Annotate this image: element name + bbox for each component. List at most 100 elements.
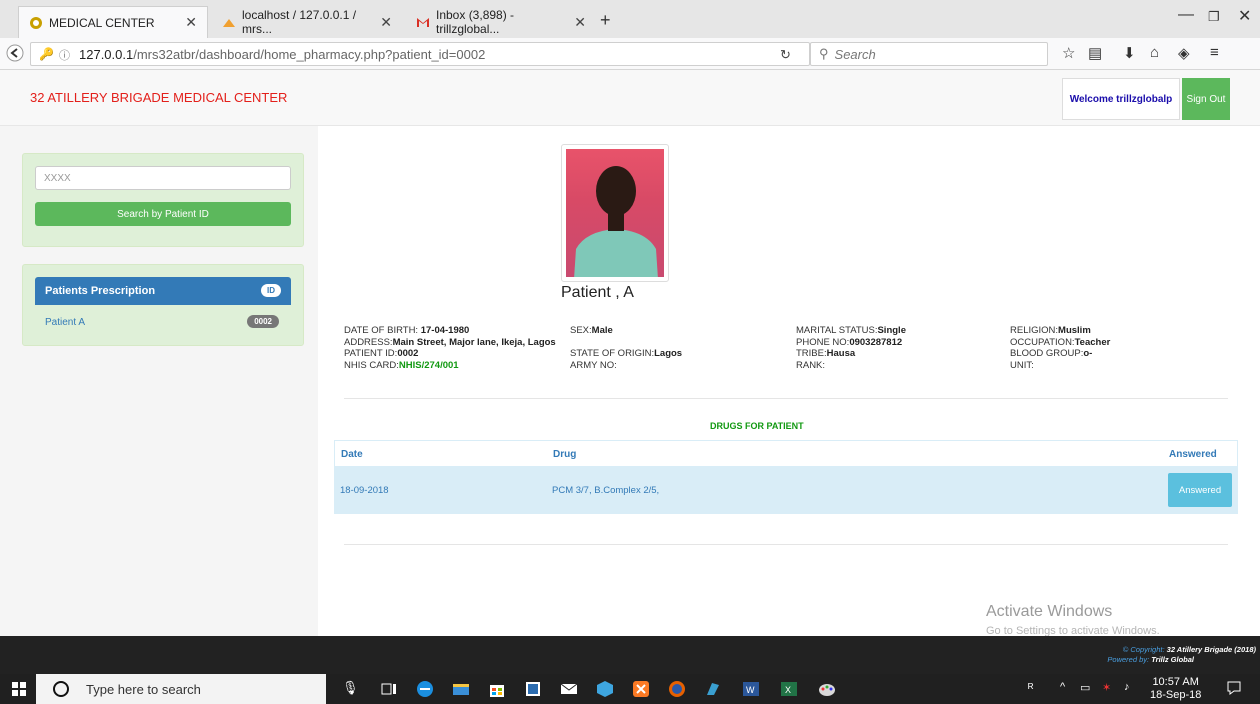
mail-icon[interactable] [560, 680, 578, 698]
search-by-patient-id-button[interactable]: Search by Patient ID [35, 202, 291, 226]
page-footer: © Copyright: 32 Atillery Brigade (2018) … [0, 636, 1260, 674]
tab-phpmyadmin[interactable]: localhost / 127.0.0.1 / mrs... ✕ [212, 6, 402, 38]
firefox-icon[interactable] [668, 680, 686, 698]
url-path: /mrs32atbr/dashboard/home_pharmacy.php?p… [133, 46, 486, 62]
restore-icon[interactable]: ❐ [1208, 9, 1220, 25]
browser-tab-bar: MEDICAL CENTER ✕ localhost / 127.0.0.1 /… [0, 0, 1260, 38]
reload-icon[interactable]: ↻ [780, 47, 791, 63]
url-bar[interactable]: 🔑 ⓘ 127.0.0.1/mrs32atbr/dashboard/home_p… [30, 42, 810, 66]
close-icon[interactable]: ✕ [185, 14, 197, 31]
new-tab-icon[interactable]: + [600, 10, 611, 31]
welcome-user-button[interactable]: Welcome trillzglobalp [1062, 78, 1180, 120]
window-close-icon[interactable]: ✕ [1238, 6, 1251, 26]
reading-list-icon[interactable]: ▤ [1088, 44, 1102, 62]
id-badge: ID [261, 284, 281, 297]
patient-photo [561, 144, 669, 282]
antivirus-icon[interactable]: ✶ [1102, 681, 1111, 694]
xampp-icon[interactable] [632, 680, 650, 698]
browser-nav-bar: 🔑 ⓘ 127.0.0.1/mrs32atbr/dashboard/home_p… [0, 38, 1260, 70]
search-placeholder: Search [834, 46, 876, 62]
task-view-icon[interactable] [380, 680, 398, 698]
edge-icon[interactable] [416, 680, 434, 698]
close-icon[interactable]: ✕ [574, 14, 586, 31]
patient-id-input[interactable]: XXXX [35, 166, 291, 190]
home-icon[interactable]: ⌂ [1150, 44, 1159, 61]
paint-icon[interactable] [818, 680, 836, 698]
info-icon[interactable]: ⓘ [59, 47, 70, 63]
religion-value: Muslim [1058, 325, 1091, 336]
notification-icon[interactable] [1226, 680, 1242, 701]
word-icon[interactable]: W [742, 680, 760, 698]
column-header-answered: Answered [1169, 449, 1217, 460]
marital-value: Single [877, 325, 906, 336]
tab-label: localhost / 127.0.0.1 / mrs... [242, 8, 357, 36]
patient-link[interactable]: Patient A [45, 317, 85, 328]
dob-value: 17-04-1980 [420, 325, 470, 336]
brand-title[interactable]: 32 ATILLERY BRIGADE MEDICAL CENTER [30, 90, 287, 105]
army-no-label: ARMY NO: [570, 359, 617, 371]
pocket-icon[interactable]: ◈ [1178, 44, 1190, 62]
sidebar: XXXX Search by Patient ID Patients Presc… [0, 126, 318, 636]
tab-label: MEDICAL CENTER [49, 15, 155, 30]
phone-value: 0903287812 [849, 336, 903, 348]
browser-search-input[interactable]: ⚲ Search [810, 42, 1048, 66]
powered-by-text: Powered by: Trillz Global [1107, 655, 1194, 664]
unit-label: UNIT: [1010, 359, 1034, 371]
drugs-section-title: DRUGS FOR PATIENT [710, 421, 804, 431]
app-header: 32 ATILLERY BRIGADE MEDICAL CENTER Welco… [0, 70, 1260, 126]
clock-date: 18-Sep-18 [1150, 689, 1202, 701]
info-column-1: DATE OF BIRTH: 17-04-1980 ADDRESS:Main S… [344, 325, 556, 371]
microphone-icon[interactable]: 🎙 [342, 680, 360, 698]
table-row: 18-09-2018 PCM 3/7, B.Complex 2/5, Answe… [334, 467, 1238, 514]
divider [344, 398, 1228, 399]
taskbar-search-placeholder: Type here to search [86, 681, 201, 697]
cortana-icon [52, 680, 70, 701]
network-icon[interactable]: ▭ [1080, 681, 1090, 694]
close-icon[interactable]: ✕ [380, 14, 392, 31]
minimize-icon[interactable]: — [1178, 6, 1194, 24]
app-icon[interactable] [704, 680, 722, 698]
search-icon: ⚲ [819, 46, 829, 61]
column-header-drug: Drug [553, 449, 577, 460]
info-column-3: MARITAL STATUS:Single PHONE NO:090328781… [796, 325, 906, 371]
sign-out-button[interactable]: Sign Out [1182, 78, 1230, 120]
file-explorer-icon[interactable] [452, 680, 470, 698]
tab-label: Inbox (3,898) - trillzglobal... [436, 8, 515, 36]
rank-label: RANK: [796, 359, 826, 371]
drug-date: 18-09-2018 [340, 485, 389, 496]
prescription-panel: Patients Prescription ID Patient A 0002 [22, 264, 304, 346]
photos-icon[interactable] [524, 680, 542, 698]
activate-windows-watermark: Activate Windows [986, 603, 1113, 620]
volume-icon[interactable]: ♪ [1124, 681, 1130, 693]
answered-button[interactable]: Answered [1168, 473, 1232, 507]
app-favicon-icon [29, 16, 43, 30]
sex-value: Male [591, 325, 613, 336]
back-icon[interactable] [6, 44, 24, 66]
excel-icon[interactable]: X [780, 680, 798, 698]
svg-text:X: X [785, 685, 791, 695]
download-icon[interactable]: ⬇ [1123, 44, 1136, 62]
tray-chevron-icon[interactable]: ^ [1060, 681, 1065, 693]
menu-icon[interactable]: ≡ [1210, 44, 1219, 61]
patient-id-value: 0002 [397, 348, 419, 359]
address-value: Main Street, Major lane, Ikeja, Lagos [392, 336, 556, 348]
store-icon[interactable] [488, 680, 506, 698]
nhis-value: NHIS/274/001 [398, 359, 459, 371]
3d-box-icon[interactable] [596, 680, 614, 698]
key-icon: 🔑 [39, 47, 54, 61]
patient-id-placeholder: XXXX [44, 172, 71, 184]
tab-gmail-inbox[interactable]: Inbox (3,898) - trillzglobal... ✕ [406, 6, 596, 38]
windows-start-icon[interactable] [12, 682, 26, 701]
system-clock[interactable]: 10:57 AM 18-Sep-18 [1150, 676, 1201, 702]
drug-name: PCM 3/7, B.Complex 2/5, [552, 485, 660, 496]
gmail-icon [416, 15, 430, 29]
tribe-value: Hausa [826, 348, 856, 359]
bookmark-star-icon[interactable]: ☆ [1062, 44, 1075, 62]
people-icon[interactable]: ᴿ [1028, 681, 1033, 695]
tab-medical-center[interactable]: MEDICAL CENTER ✕ [18, 6, 208, 38]
copyright-text: © Copyright: 32 Atillery Brigade (2018) [1122, 645, 1256, 654]
taskbar-search-input[interactable]: Type here to search [36, 674, 326, 704]
info-column-2: SEX:Male STATE OF ORIGIN:Lagos ARMY NO: [570, 325, 683, 371]
prescription-header: Patients Prescription ID [35, 277, 291, 305]
column-header-date: Date [341, 449, 363, 460]
